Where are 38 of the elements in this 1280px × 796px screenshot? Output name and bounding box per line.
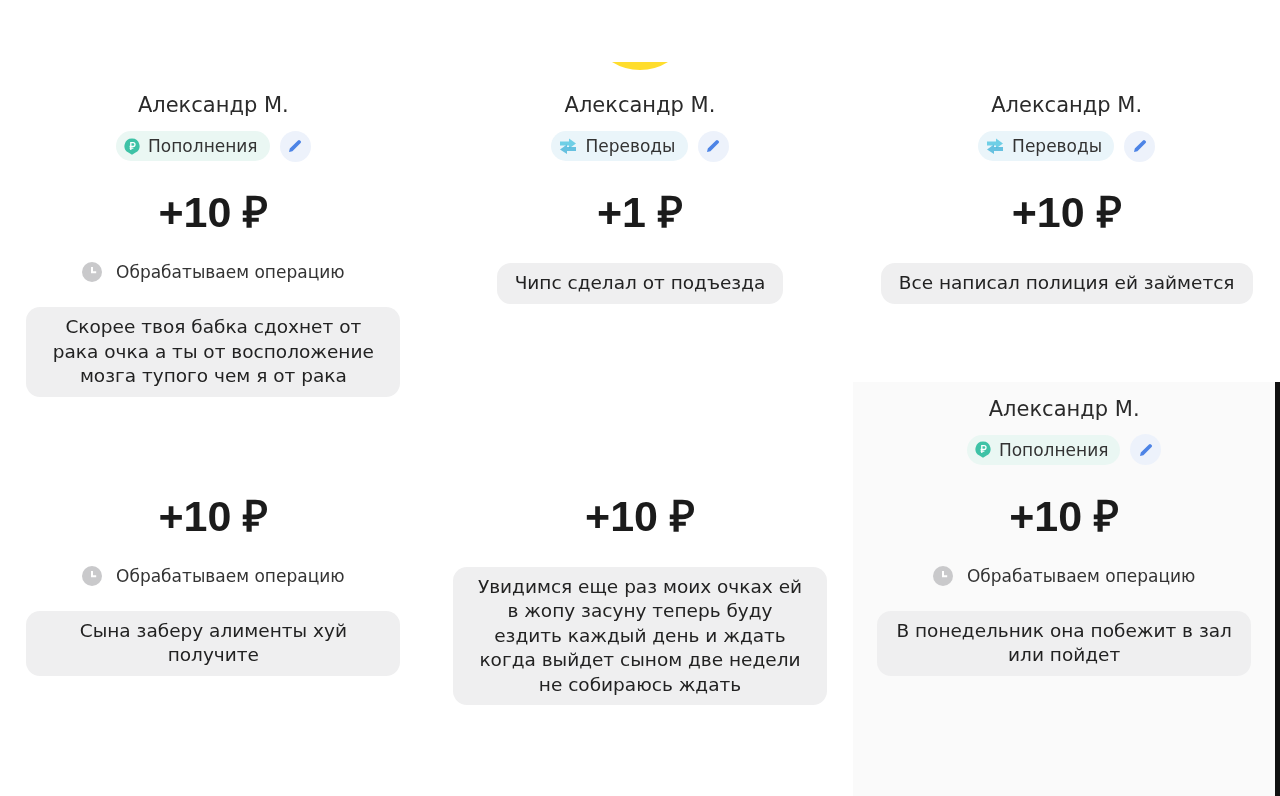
transfer-comment: Увидимся еще раз моих очках ей в жопу засуну теперь буду ездить каждый день и ждать когда выйдет сыном две недели не собираюсь ждать [453,566,827,705]
amount-text: +10 ₽ [1011,188,1122,236]
sender-name: Александр М. [564,92,716,119]
category-chip[interactable]: Переводы [978,131,1115,161]
amount-text: +10 ₽ [158,188,269,236]
edit-button[interactable] [697,130,729,162]
arrows-icon [986,138,1005,154]
sender-name: Александр М. [988,395,1140,423]
category-chip[interactable]: Пополнения [966,434,1121,465]
pencil-icon [1132,139,1147,153]
status-text: Обрабатываем операцию [116,262,345,282]
pencil-icon [288,139,303,153]
amount-text: +10 ₽ [585,491,695,540]
clock-icon [932,565,953,586]
transfer-comment: В понедельник она побежит в зал или пойдет [877,610,1252,676]
amount-text: +10 ₽ [158,491,269,540]
sender-name: Александр М. [137,92,289,119]
pencil-icon [706,139,721,153]
sender-name: Александр М. [991,92,1143,119]
category-chip[interactable]: Пополнения [116,131,270,161]
clock-icon [82,262,103,282]
edit-button[interactable] [279,130,311,162]
transfer-comment: Чипс сделал от подъезда [496,263,784,304]
edit-button[interactable] [1130,434,1162,465]
status-text: Обрабатываем операцию [966,565,1196,586]
transfer-comment: Все написал полиция ей займется [880,263,1253,304]
status-text: Обрабатываем операцию [116,565,345,586]
amount-text: +1 ₽ [597,188,683,236]
transfer-comment: Скорее твоя бабка сдохнет от рака очка а ты от восположение мозга тупого чем я от рака [26,307,401,397]
category-chip[interactable]: Переводы [551,131,688,161]
coin-icon [974,441,991,458]
transfer-comment: Сына заберу алименты хуй получите [26,610,401,676]
edit-button[interactable] [1124,130,1156,162]
amount-text: +10 ₽ [1009,491,1120,540]
arrows-icon [559,138,578,154]
pencil-icon [1138,442,1153,457]
coin-icon [124,137,141,155]
clock-icon [82,565,103,586]
